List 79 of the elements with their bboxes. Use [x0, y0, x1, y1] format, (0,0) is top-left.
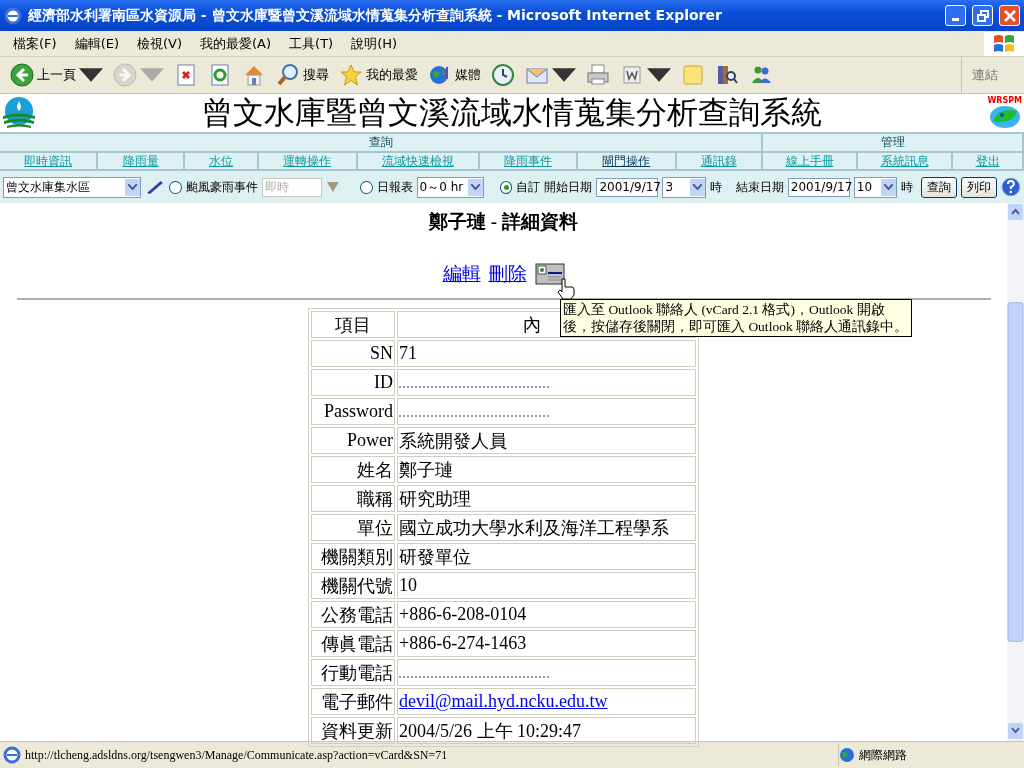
yin-yang-logo-icon [988, 105, 1021, 129]
site-title: 曾文水庫暨曾文溪流域水情蒐集分析查詢系統 [201, 94, 822, 132]
field-value: 71 [397, 340, 696, 367]
form-button[interactable]: 查詢 [921, 176, 958, 198]
field-label: 姓名 [311, 456, 395, 483]
links-label[interactable]: 連結 [961, 57, 1024, 93]
star-icon[interactable] [339, 63, 363, 87]
nav-group-label: 查詢 [0, 134, 761, 153]
radio-button[interactable] [168, 180, 182, 194]
detail-heading: 鄭子璉 - 詳細資料 [429, 210, 578, 234]
contact-card-icon[interactable] [534, 263, 565, 285]
minimize-button[interactable] [945, 5, 966, 26]
field-value: 2004/5/26 上午 10:29:47 [397, 717, 696, 744]
help-icon[interactable] [1001, 177, 1022, 197]
menu-item[interactable]: 我的最愛(A) [191, 34, 281, 53]
start-hour-select[interactable]: 3 [662, 176, 706, 198]
scrollbar[interactable] [1007, 203, 1024, 741]
field-label: 職稱 [311, 485, 395, 512]
toolbar-button[interactable]: 我的最愛 [335, 61, 422, 89]
radio-button[interactable] [359, 180, 373, 194]
status-url: http://tlcheng.adsldns.org/tsengwen3/Manage/Communicate.asp?action=vCard&SN=71 [25, 747, 448, 763]
toolbar-button[interactable]: 媒體 [424, 61, 485, 89]
menu-item[interactable]: 檔案(F) [4, 34, 66, 53]
end-date-label: 結束日期 [735, 178, 784, 196]
region-select[interactable]: 曾文水庫集水區 [3, 176, 142, 198]
field-label: Password [311, 398, 395, 425]
field-value: 鄭子璉 [397, 456, 696, 483]
globe-icon [839, 747, 855, 763]
window-title: 經濟部水利署南區水資源局 - 曾文水庫暨曾文溪流域水情蒐集分析查詢系統 - Microsoft Internet Explorer [28, 6, 723, 25]
menu-item[interactable]: 說明(H) [342, 34, 407, 53]
daily-select[interactable]: 0～0 hr [416, 176, 484, 198]
end-hour-select[interactable]: 10 [853, 176, 898, 198]
field-label: ID [311, 369, 395, 396]
search-icon[interactable] [276, 63, 300, 87]
radio-label: 颱風豪雨事件 [185, 178, 258, 196]
field-label: Power [311, 427, 395, 454]
radio-label: 自訂 [516, 178, 541, 196]
field-value: +886-6-274-1463 [397, 630, 696, 657]
column-header: 項目 [311, 311, 395, 338]
tooltip: 匯入至 Outlook 聯絡人 (vCard 2.1 格式)，Outlook 開啟後，按儲存後關閉，即可匯入 Outlook 聯絡人通訊錄中。 [560, 299, 912, 337]
form-button[interactable]: 列印 [961, 176, 998, 198]
toolbar-button[interactable]: 上一頁 [6, 61, 107, 89]
field-value: 系統開發人員 [397, 427, 696, 454]
field-value: +886-6-208-0104 [397, 601, 696, 628]
field-label: 機關類別 [311, 543, 395, 570]
browser-icon [3, 746, 21, 764]
menu-item[interactable]: 檢視(V) [128, 34, 192, 53]
field-label: 資料更新 [311, 717, 395, 744]
action-link[interactable]: 編輯 [442, 261, 481, 287]
menu-item[interactable]: 編輯(E) [65, 34, 128, 53]
radio-label: 日報表 [376, 178, 413, 196]
hand-cursor-icon [557, 278, 575, 300]
menu-item[interactable]: 工具(T) [280, 34, 343, 53]
start-date-label: 開始日期 [544, 178, 593, 196]
end-date-field[interactable]: 2001/9/17 [787, 177, 850, 197]
browser-icon [4, 6, 22, 25]
field-label: 公務電話 [311, 601, 395, 628]
windows-flag-icon [992, 32, 1016, 55]
field-label: 單位 [311, 514, 395, 541]
field-value: 研發單位 [397, 543, 696, 570]
document-icon[interactable] [620, 63, 644, 87]
logo-caption: WRSPM [987, 97, 1022, 105]
nav-group-label: 管理 [763, 134, 1022, 153]
radio-button[interactable] [499, 180, 513, 194]
pen-icon[interactable] [145, 179, 165, 195]
hour-unit-label: 時 [709, 178, 722, 196]
security-zone: 網際網路 [859, 746, 907, 764]
field-value: 國立成功大學水利及海洋工程學系 [397, 514, 696, 541]
field-label: 傳眞電話 [311, 630, 395, 657]
start-date-field[interactable]: 2001/9/17 [596, 177, 659, 197]
field-label: 行動電話 [311, 659, 395, 686]
toolbar-button[interactable]: 搜尋 [272, 61, 333, 89]
field-label: 機關代號 [311, 572, 395, 599]
hour-unit-label: 時 [901, 178, 914, 196]
field-label: 電子郵件 [311, 688, 395, 715]
field-value: 10 [397, 572, 696, 599]
action-link[interactable]: 刪除 [488, 261, 527, 287]
field-value: 研究助理 [397, 485, 696, 512]
field-label: SN [311, 340, 395, 367]
